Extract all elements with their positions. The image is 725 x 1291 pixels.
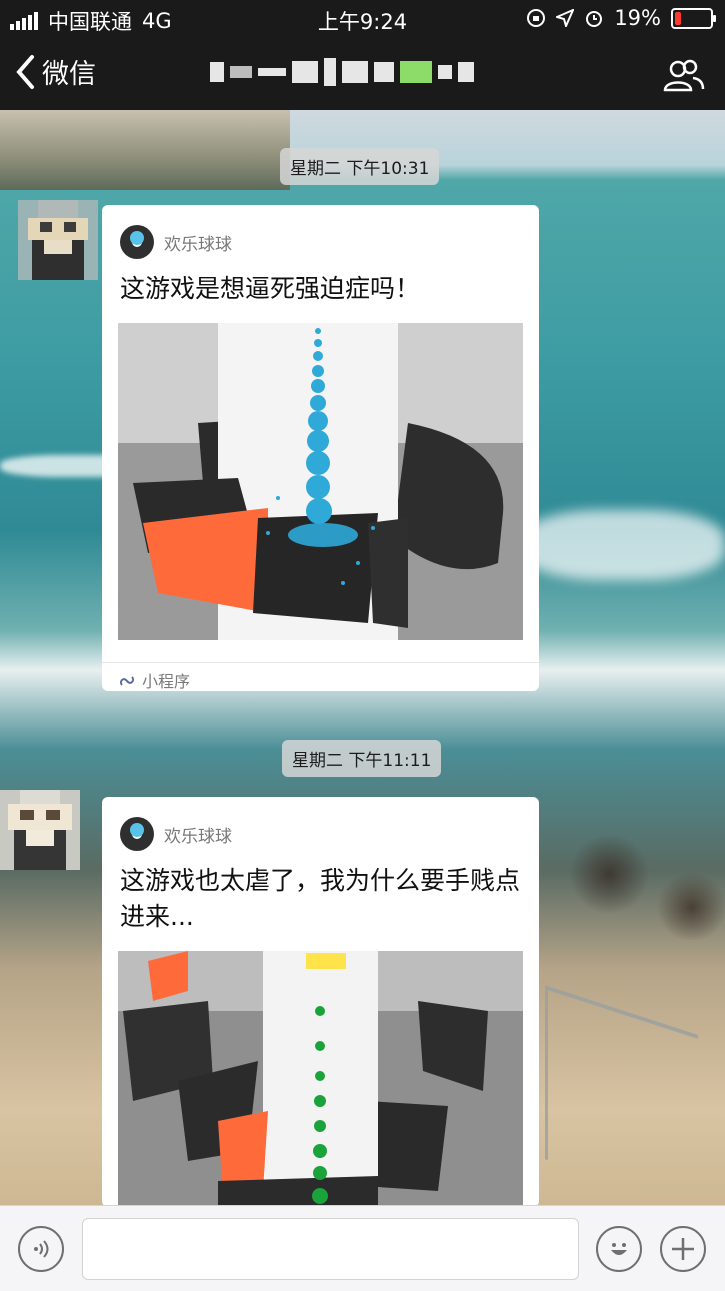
avatar[interactable] (18, 200, 98, 280)
message-timestamp: 星期二 下午10:31 (280, 148, 440, 185)
app-name: 欢乐球球 (164, 234, 232, 255)
app-name: 欢乐球球 (164, 826, 232, 847)
wallpaper-railing (545, 985, 698, 1205)
chat-input-bar (0, 1205, 725, 1291)
group-members-icon[interactable] (663, 58, 705, 92)
chat-title-mosaic (210, 58, 474, 86)
game-screenshot (118, 951, 523, 1207)
app-icon (120, 817, 154, 851)
plus-icon (672, 1238, 694, 1260)
battery-icon (671, 7, 716, 29)
alarm-icon (586, 11, 603, 27)
avatar[interactable] (0, 790, 80, 870)
app-icon (120, 225, 154, 259)
card-title: 这游戏也太虐了，我为什么要手贱点进来... (120, 866, 521, 931)
message-timestamp: 星期二 下午11:11 (282, 740, 442, 777)
mini-program-card[interactable]: 欢乐球球 这游戏是想逼死强迫症吗！ 小程序 (102, 205, 539, 691)
game-screenshot (118, 323, 523, 640)
mini-program-icon (119, 676, 135, 686)
message-input[interactable] (82, 1218, 579, 1280)
wallpaper-wave (520, 510, 725, 580)
emoji-icon (611, 1243, 627, 1255)
more-button[interactable] (660, 1226, 706, 1272)
voice-icon (34, 1240, 49, 1258)
mini-program-label: 小程序 (102, 662, 539, 691)
chevron-left-icon (16, 54, 34, 89)
rotation-lock-icon (527, 9, 546, 27)
back-label: 微信 (42, 59, 96, 90)
wallpaper-rocks (560, 830, 725, 940)
mini-program-card[interactable]: 欢乐球球 这游戏也太虐了，我为什么要手贱点进来... (102, 797, 539, 1207)
emoji-button[interactable] (596, 1226, 642, 1272)
chat-header: 微信 (0, 38, 725, 110)
wallpaper-town (0, 110, 290, 190)
status-bar: 中国联通 4G 上午9:24 19% (0, 0, 725, 38)
voice-button[interactable] (18, 1226, 64, 1272)
mini-program-text: 小程序 (142, 672, 191, 691)
location-icon (556, 9, 575, 27)
card-title: 这游戏是想逼死强迫症吗！ (120, 274, 421, 303)
back-button[interactable]: 微信 (14, 52, 96, 91)
battery-percent: 19% (614, 6, 661, 30)
